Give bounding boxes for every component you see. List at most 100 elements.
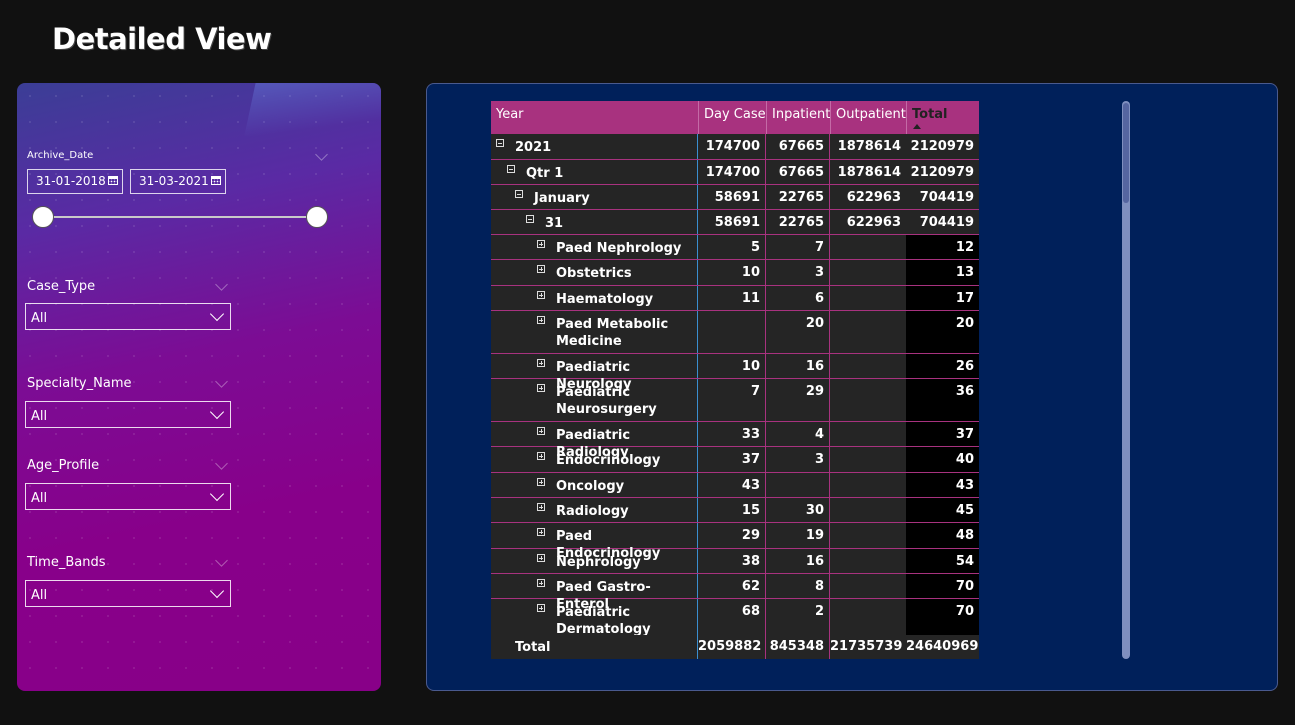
inpatient-cell: 67665	[766, 134, 830, 159]
time-bands-value: All	[31, 588, 48, 603]
chevron-down-icon	[209, 486, 225, 502]
end-date-input[interactable]: 31-03-2021	[130, 169, 226, 194]
inpatient-cell: 67665	[766, 160, 830, 184]
table-row: Paed Metabolic Medicine 20 20	[491, 311, 979, 354]
expand-plus-icon[interactable]	[537, 265, 545, 273]
inpatient-cell: 6	[766, 286, 830, 310]
date-range-end-handle[interactable]	[306, 206, 328, 228]
expand-plus-icon[interactable]	[537, 478, 545, 486]
header-day-case[interactable]: Day Case	[698, 101, 766, 134]
outpatient-cell	[830, 523, 906, 548]
row-header-cell: Qtr 1	[491, 160, 698, 184]
calendar-icon[interactable]	[108, 176, 118, 185]
specialty-name-value: All	[31, 409, 48, 424]
case-type-dropdown[interactable]: All	[25, 303, 231, 330]
day-case-cell: 5	[698, 235, 766, 259]
outpatient-cell	[830, 422, 906, 446]
expand-plus-icon[interactable]	[537, 554, 545, 562]
expand-plus-icon[interactable]	[537, 316, 545, 324]
row-header-cell: Obstetrics	[491, 260, 698, 285]
table-row: Obstetrics 10 3 13	[491, 260, 979, 286]
case-type-chevron-icon[interactable]	[215, 278, 228, 291]
collapse-minus-icon[interactable]	[515, 190, 523, 198]
inpatient-cell: 16	[766, 354, 830, 378]
outpatient-cell	[830, 354, 906, 378]
chevron-down-icon	[209, 306, 225, 322]
row-label: Paed Nephrology	[556, 241, 682, 256]
day-case-cell: 38	[698, 549, 766, 573]
time-bands-label: Time_Bands	[27, 555, 106, 570]
grand-total-day-case-cell: 2059882	[698, 635, 766, 659]
total-cell: 13	[906, 260, 979, 285]
header-total[interactable]: Total	[906, 101, 979, 134]
row-header-cell: 31	[491, 210, 698, 234]
header-total-label: Total	[912, 107, 948, 122]
matrix-header: Year Day Case Inpatient Outpatient Total	[491, 101, 979, 134]
table-row: Paediatric Neurology 10 16 26	[491, 354, 979, 392]
vertical-scrollbar[interactable]	[1122, 101, 1130, 659]
total-cell: 704419	[919, 215, 974, 230]
start-date-input[interactable]: 31-01-2018	[27, 169, 123, 194]
day-case-cell: 62	[698, 574, 766, 598]
day-case-cell: 10	[698, 354, 766, 378]
table-row: Nephrology 38 16 54	[491, 549, 979, 574]
inpatient-cell: 4	[766, 422, 830, 446]
row-label: Paed Metabolic Medicine	[556, 317, 669, 349]
expand-plus-icon[interactable]	[537, 291, 545, 299]
outpatient-cell	[830, 311, 906, 353]
calendar-icon[interactable]	[211, 176, 221, 185]
age-profile-chevron-icon[interactable]	[215, 457, 228, 470]
expand-plus-icon[interactable]	[537, 528, 545, 536]
time-bands-dropdown[interactable]: All	[25, 580, 231, 607]
scrollbar-thumb[interactable]	[1123, 103, 1129, 203]
total-cell: 2120979	[910, 165, 974, 180]
grand-total-outpatient-cell: 21735739	[830, 639, 903, 654]
day-case-cell: 15	[698, 498, 766, 522]
expand-plus-icon[interactable]	[537, 604, 545, 612]
row-label: Haematology	[556, 292, 654, 307]
specialty-name-chevron-icon[interactable]	[215, 375, 228, 388]
row-header-cell: Oncology	[491, 473, 698, 497]
inpatient-cell: 7	[766, 235, 830, 259]
archive-date-chevron-icon[interactable]	[315, 148, 328, 161]
header-inpatient[interactable]: Inpatient	[766, 101, 830, 134]
total-cell: 20	[906, 311, 979, 353]
collapse-minus-icon[interactable]	[496, 139, 504, 147]
expand-plus-icon[interactable]	[537, 384, 545, 392]
header-outpatient[interactable]: Outpatient	[830, 101, 906, 134]
day-case-cell: 58691	[698, 210, 766, 234]
grand-total-total-cell: 24640969	[906, 639, 979, 654]
sort-ascending-icon	[913, 124, 921, 129]
table-row: Endocrinology 37 3 40	[491, 447, 979, 473]
collapse-minus-icon[interactable]	[526, 215, 534, 223]
day-case-cell: 37	[698, 447, 766, 472]
row-header-cell: Total	[491, 635, 698, 659]
expand-plus-icon[interactable]	[537, 359, 545, 367]
grand-total-inpatient-cell: 845348	[766, 635, 830, 659]
expand-plus-icon[interactable]	[537, 452, 545, 460]
expand-plus-icon[interactable]	[537, 579, 545, 587]
header-year[interactable]: Year	[491, 101, 698, 134]
archive-date-label: Archive_Date	[27, 150, 94, 161]
time-bands-chevron-icon[interactable]	[215, 554, 228, 567]
specialty-name-dropdown[interactable]: All	[25, 401, 231, 428]
outpatient-cell	[830, 286, 906, 310]
specialty-name-label: Specialty_Name	[27, 376, 132, 391]
expand-plus-icon[interactable]	[537, 240, 545, 248]
row-header-cell: Paed Gastro-Enterol	[491, 574, 698, 612]
age-profile-label: Age_Profile	[27, 458, 100, 473]
end-date-value: 31-03-2021	[139, 174, 209, 188]
inpatient-cell: 30	[766, 498, 830, 522]
expand-plus-icon[interactable]	[537, 427, 545, 435]
inpatient-cell: 20	[766, 311, 830, 353]
outpatient-cell	[830, 260, 906, 285]
date-range-start-handle[interactable]	[32, 206, 54, 228]
row-header-cell: Haematology	[491, 286, 698, 310]
row-label: Paediatric Neurosurgery	[556, 385, 657, 417]
expand-plus-icon[interactable]	[537, 503, 545, 511]
collapse-minus-icon[interactable]	[507, 165, 515, 173]
age-profile-dropdown[interactable]: All	[25, 483, 231, 510]
date-range-slider-track[interactable]	[43, 216, 319, 218]
row-label: Endocrinology	[556, 453, 661, 468]
inpatient-cell: 8	[766, 574, 830, 598]
